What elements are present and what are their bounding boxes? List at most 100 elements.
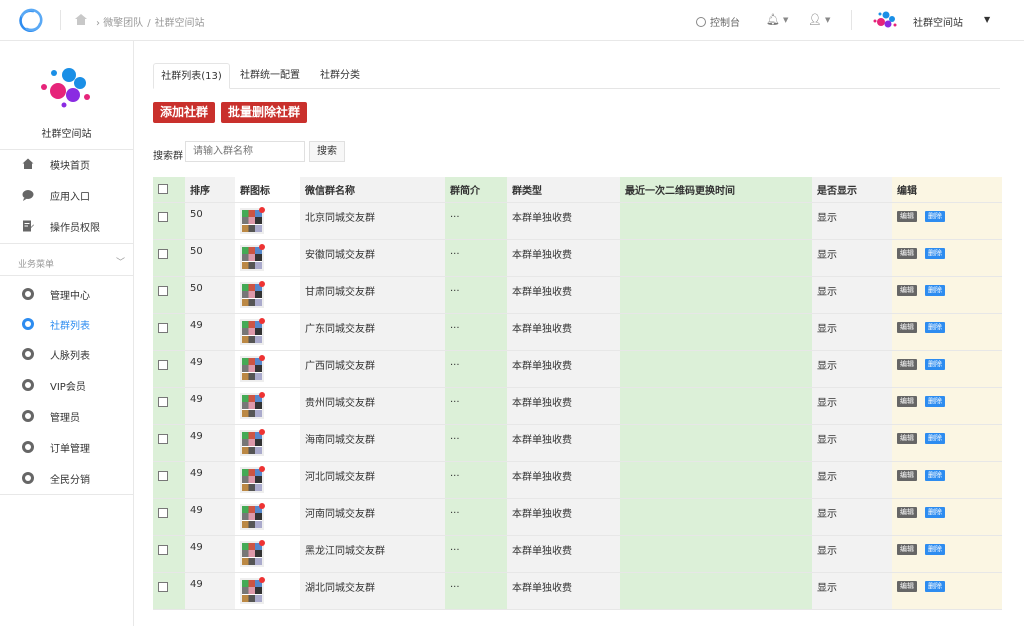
group-qr-thumbnail[interactable] [240,355,265,382]
tab-community-list[interactable]: 社群列表(13) [153,63,230,89]
breadcrumb-item-site[interactable]: 社群空间站 [155,18,205,29]
sidebar-divider [0,494,133,495]
sidebar-item-label: 人脉列表 [50,351,90,362]
chevron-down-icon[interactable]: ﹀ [116,255,125,268]
sidebar-item-community-list[interactable]: 社群列表 [0,309,133,339]
sort-cell: 49 [185,572,235,610]
search-input[interactable] [185,141,305,162]
gear-icon [22,472,34,484]
tab-categories[interactable]: 社群分类 [311,63,369,88]
sidebar-item-app-entry[interactable]: 应用入口 [0,180,133,210]
icon-cell [235,498,300,536]
badge-dot [259,503,265,509]
delete-button[interactable]: 删除 [925,322,945,333]
row-checkbox[interactable] [158,508,168,518]
search-button[interactable]: 搜索 [309,141,345,162]
visibility-cell: 显示 [812,313,892,351]
delete-button[interactable]: 删除 [925,248,945,259]
user-menu[interactable]: 👤︎ ▼ [808,13,830,26]
group-qr-thumbnail[interactable] [240,392,265,419]
chevron-down-icon[interactable]: ▼ [984,15,990,24]
row-select-cell [153,535,185,573]
notification-menu[interactable]: 🔔︎ ▼ [766,13,788,26]
header-divider [851,10,852,30]
group-qr-thumbnail[interactable] [240,281,265,308]
visibility-cell: 显示 [812,276,892,314]
sidebar-item-distribution[interactable]: 全民分销 [0,463,133,493]
app-logo-icon[interactable] [16,8,46,32]
group-qr-thumbnail[interactable] [240,318,265,345]
select-all-checkbox[interactable] [158,184,168,194]
sidebar-item-contacts-list[interactable]: 人脉列表 [0,339,133,369]
edit-button[interactable]: 编辑 [897,396,917,407]
community-table: 排序 群图标 微信群名称 群简介 群类型 最近一次二维码更换时间 是否显示 编辑… [153,177,1002,610]
batch-delete-button[interactable]: 批量删除社群 [221,102,308,123]
row-checkbox[interactable] [158,397,168,407]
delete-button[interactable]: 删除 [925,359,945,370]
group-intro-cell: ... [445,572,507,610]
delete-button[interactable]: 删除 [925,507,945,518]
sort-cell: 49 [185,424,235,462]
delete-button[interactable]: 删除 [925,285,945,296]
group-qr-thumbnail[interactable] [240,540,265,567]
row-checkbox[interactable] [158,286,168,296]
edit-button[interactable]: 编辑 [897,285,917,296]
edit-button[interactable]: 编辑 [897,544,917,555]
sidebar-item-module-home[interactable]: 模块首页 [0,149,133,179]
console-link[interactable]: 控制台 [696,14,740,29]
badge-dot [259,355,265,361]
tab-unified-config[interactable]: 社群统一配置 [232,63,308,88]
row-checkbox[interactable] [158,249,168,259]
row-checkbox[interactable] [158,360,168,370]
add-community-button[interactable]: 添加社群 [153,102,216,123]
table-row: 49 湖北同城交友群... 本群单独收费 显示 编辑 删除 [153,572,1002,610]
edit-button[interactable]: 编辑 [897,359,917,370]
edit-button[interactable]: 编辑 [897,211,917,222]
table-row: 50 北京同城交友群... 本群单独收费 显示 编辑 删除 [153,202,1002,240]
row-select-cell [153,239,185,277]
edit-button[interactable]: 编辑 [897,322,917,333]
column-header[interactable]: 排序 [185,177,235,203]
row-select-cell [153,498,185,536]
row-checkbox[interactable] [158,545,168,555]
sidebar-item-operator-permissions[interactable]: 操作员权限 [0,211,133,241]
group-qr-thumbnail[interactable] [240,207,265,234]
edit-button[interactable]: 编辑 [897,433,917,444]
delete-button[interactable]: 删除 [925,211,945,222]
group-qr-thumbnail[interactable] [240,429,265,456]
sidebar-item-vip-members[interactable]: VIP会员 [0,370,133,400]
row-checkbox[interactable] [158,434,168,444]
row-checkbox[interactable] [158,323,168,333]
row-checkbox[interactable] [158,471,168,481]
edit-button[interactable]: 编辑 [897,507,917,518]
row-select-cell [153,276,185,314]
delete-button[interactable]: 删除 [925,581,945,592]
edit-button[interactable]: 编辑 [897,248,917,259]
sort-cell: 49 [185,498,235,536]
edit-button[interactable]: 编辑 [897,470,917,481]
breadcrumb-item-team[interactable]: 微擎团队 [103,18,143,29]
row-checkbox[interactable] [158,212,168,222]
top-bar: › 微擎团队 / 社群空间站 控制台 🔔︎ ▼ 👤︎ ▼ 社群空间站 ▼ [0,0,1024,41]
sidebar-item-management-center[interactable]: 管理中心 [0,279,133,309]
delete-button[interactable]: 删除 [925,544,945,555]
home-icon[interactable] [74,13,88,26]
sidebar-item-order-management[interactable]: 订单管理 [0,432,133,462]
gear-icon [22,441,34,453]
delete-button[interactable]: 删除 [925,433,945,444]
qr-updated-cell [620,313,812,351]
edit-button[interactable]: 编辑 [897,581,917,592]
delete-button[interactable]: 删除 [925,396,945,407]
site-switcher-label[interactable]: 社群空间站 [913,14,963,29]
group-qr-thumbnail[interactable] [240,244,265,271]
sidebar-item-label: 全民分销 [50,475,90,486]
delete-button[interactable]: 删除 [925,470,945,481]
group-qr-thumbnail[interactable] [240,503,265,530]
group-qr-thumbnail[interactable] [240,466,265,493]
sort-cell: 49 [185,535,235,573]
sidebar-item-administrators[interactable]: 管理员 [0,401,133,431]
sidebar-group-label[interactable]: 业务菜单 [18,257,54,270]
row-select-cell [153,387,185,425]
row-checkbox[interactable] [158,582,168,592]
group-qr-thumbnail[interactable] [240,577,265,604]
